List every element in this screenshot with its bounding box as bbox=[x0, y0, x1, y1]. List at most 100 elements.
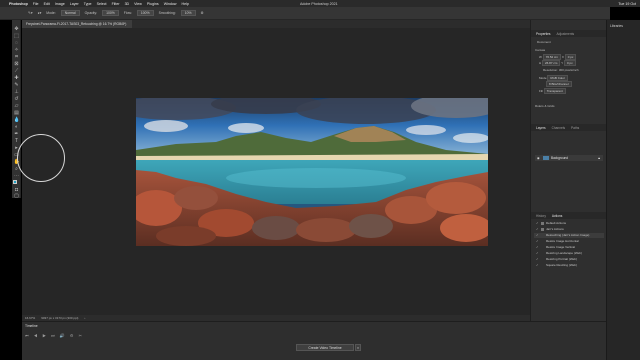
opacity-label: Opacity: bbox=[84, 11, 98, 15]
check-icon[interactable]: ✓ bbox=[536, 239, 539, 244]
menu-view[interactable]: View bbox=[134, 2, 142, 6]
check-icon[interactable]: ✓ bbox=[536, 233, 539, 238]
zoom-level[interactable]: 16.67% bbox=[25, 316, 35, 320]
check-icon[interactable]: ✓ bbox=[536, 257, 539, 262]
more-tools-icon[interactable]: ⋯ bbox=[14, 173, 20, 179]
history-brush-tool-icon[interactable]: ↺ bbox=[14, 96, 20, 102]
depth-select[interactable]: 8 Bits/Channel bbox=[546, 81, 572, 87]
menu-plugins[interactable]: Plugins bbox=[147, 2, 159, 6]
menu-file[interactable]: File bbox=[33, 2, 39, 6]
menu-image[interactable]: Image bbox=[55, 2, 65, 6]
properties-tabs: Properties Adjustments bbox=[531, 30, 607, 37]
check-icon[interactable]: ✓ bbox=[536, 263, 539, 268]
action-item[interactable]: ✓ Resizing Portrait (Web) bbox=[534, 257, 604, 262]
healing-brush-tool-icon[interactable]: ✚ bbox=[14, 75, 20, 81]
type-tool-icon[interactable]: T bbox=[14, 138, 20, 144]
menu-window[interactable]: Window bbox=[164, 2, 177, 6]
libraries-title[interactable]: Libraries bbox=[610, 24, 623, 28]
menu-type[interactable]: Type bbox=[84, 2, 92, 6]
dodge-tool-icon[interactable]: ◐ bbox=[14, 124, 20, 130]
tab-actions[interactable]: Actions bbox=[552, 214, 562, 218]
action-item[interactable]: ✓ Resizing Landscape (Web) bbox=[534, 251, 604, 256]
menu-3d[interactable]: 3D bbox=[125, 2, 130, 6]
libraries-panel: Libraries bbox=[606, 20, 640, 360]
rulers-grids-section[interactable]: Rulers & Grids bbox=[535, 104, 555, 108]
height-label: H bbox=[539, 61, 542, 65]
flow-input[interactable]: 100% bbox=[136, 10, 154, 16]
move-tool-icon[interactable]: ✥ bbox=[14, 26, 20, 32]
status-arrow-icon[interactable]: › bbox=[84, 316, 85, 320]
window-title: Adobe Photoshop 2021 bbox=[300, 1, 338, 6]
height-field[interactable]: 26.87 cm bbox=[542, 60, 561, 66]
action-label: Default Actions bbox=[546, 221, 567, 225]
fill-select[interactable]: Transparent bbox=[543, 88, 566, 94]
action-item[interactable]: ✓ Resize Image Vertical bbox=[534, 245, 604, 250]
tab-layers[interactable]: Layers bbox=[536, 126, 546, 130]
menu-bar: Photoshop File Edit Image Layer Type Sel… bbox=[0, 0, 640, 7]
tab-channels[interactable]: Channels bbox=[552, 126, 565, 130]
y-field[interactable]: 0 px bbox=[563, 60, 576, 66]
document-tab[interactable]: Freycinet-Panorama-Fi-2017-TAS03_Retouch… bbox=[22, 20, 132, 28]
y-label: Y bbox=[561, 61, 564, 65]
check-icon[interactable]: ✓ bbox=[536, 221, 539, 226]
lasso-tool-icon[interactable]: ◌ bbox=[14, 40, 20, 46]
menu-edit[interactable]: Edit bbox=[44, 2, 50, 6]
check-icon[interactable]: ✓ bbox=[536, 227, 539, 232]
action-item[interactable]: ✓ Retouching (Jarr's Action Image) bbox=[534, 233, 604, 238]
fill-label: Fill bbox=[539, 89, 543, 93]
check-icon[interactable]: ✓ bbox=[536, 251, 539, 256]
mode-label: Mode: bbox=[46, 11, 56, 15]
right-panels: Properties Adjustments Document Canvas W… bbox=[530, 20, 607, 321]
marquee-tool-icon[interactable]: ⬚ bbox=[14, 33, 20, 39]
document-image[interactable] bbox=[136, 98, 488, 246]
brush-tool-preset-icon[interactable]: ✎▾ bbox=[28, 11, 33, 15]
create-video-timeline-button[interactable]: Create Video Timeline bbox=[296, 344, 354, 351]
pen-tool-icon[interactable]: ✒ bbox=[14, 131, 20, 137]
action-label: Square Resizing (Web) bbox=[546, 263, 577, 267]
tab-history[interactable]: History bbox=[536, 214, 546, 218]
action-set[interactable]: ✓ Jarr's Actions bbox=[534, 227, 604, 232]
timeline-panel: Timeline ⏮ ◀ ▶ ⏭ 🔊 ⚙ ✂ Create Video Time… bbox=[22, 321, 606, 360]
menu-layer[interactable]: Layer bbox=[70, 2, 79, 6]
depth-value: 8 Bits/Channel bbox=[546, 81, 572, 87]
action-item[interactable]: ✓ Resize Image Horizontal bbox=[534, 239, 604, 244]
eraser-tool-icon[interactable]: ▱ bbox=[14, 103, 20, 109]
mode-select[interactable]: Normal bbox=[60, 10, 80, 16]
action-label: Retouching (Jarr's Action Image) bbox=[546, 233, 590, 237]
gradient-tool-icon[interactable]: ▤ bbox=[14, 110, 20, 116]
frame-tool-icon[interactable]: ⊠ bbox=[14, 61, 20, 67]
smoothing-input[interactable]: 10% bbox=[180, 10, 196, 16]
tab-adjustments[interactable]: Adjustments bbox=[557, 32, 575, 36]
crop-tool-icon[interactable]: ⌗ bbox=[14, 54, 20, 60]
timeline-title: Timeline bbox=[25, 324, 38, 328]
menu-help[interactable]: Help bbox=[182, 2, 189, 6]
check-icon[interactable]: ✓ bbox=[536, 245, 539, 250]
timeline-controls-icon[interactable]: ⏮ ◀ ▶ ⏭ 🔊 ⚙ ✂ bbox=[25, 333, 84, 338]
chevron-down-icon[interactable]: ▾ bbox=[355, 344, 361, 351]
fill-row: Fill Transparent bbox=[539, 88, 566, 94]
menu-filter[interactable]: Filter bbox=[112, 2, 120, 6]
action-item[interactable]: ✓ Square Resizing (Web) bbox=[534, 263, 604, 268]
action-label: Jarr's Actions bbox=[546, 227, 564, 231]
brush-tool-icon[interactable]: ✎ bbox=[14, 82, 20, 88]
clone-stamp-tool-icon[interactable]: ⊥ bbox=[14, 89, 20, 95]
foreground-color-swatch[interactable] bbox=[13, 180, 17, 184]
opacity-input[interactable]: 100% bbox=[102, 10, 119, 16]
quick-select-tool-icon[interactable]: ✧ bbox=[14, 47, 20, 53]
canvas-section-label: Canvas bbox=[535, 48, 546, 52]
blur-tool-icon[interactable]: 💧 bbox=[14, 117, 20, 123]
tab-properties[interactable]: Properties bbox=[536, 32, 551, 36]
tools-panel: ✥ ⬚ ◌ ✧ ⌗ ⊠ ⟋ ✚ ✎ ⊥ ↺ ▱ ▤ 💧 ◐ ✒ T ▸ ▭ ✋ … bbox=[12, 20, 21, 199]
action-set[interactable]: ✓ Default Actions bbox=[534, 221, 604, 226]
eyedropper-tool-icon[interactable]: ⟋ bbox=[14, 68, 20, 74]
layer-row[interactable]: ◉ Background 🔒︎ bbox=[535, 155, 603, 161]
x-label: X bbox=[561, 55, 564, 59]
tab-paths[interactable]: Paths bbox=[571, 126, 579, 130]
lock-icon[interactable]: 🔒︎ bbox=[598, 155, 600, 161]
app-menu[interactable]: Photoshop bbox=[9, 2, 28, 6]
gear-icon[interactable]: ⚙ bbox=[201, 11, 204, 15]
menu-select[interactable]: Select bbox=[97, 2, 107, 6]
brush-size-icon[interactable]: ●▾ bbox=[38, 11, 42, 15]
screen-mode-icon[interactable]: ▢ bbox=[14, 193, 20, 199]
eye-icon[interactable]: ◉ bbox=[537, 155, 540, 161]
